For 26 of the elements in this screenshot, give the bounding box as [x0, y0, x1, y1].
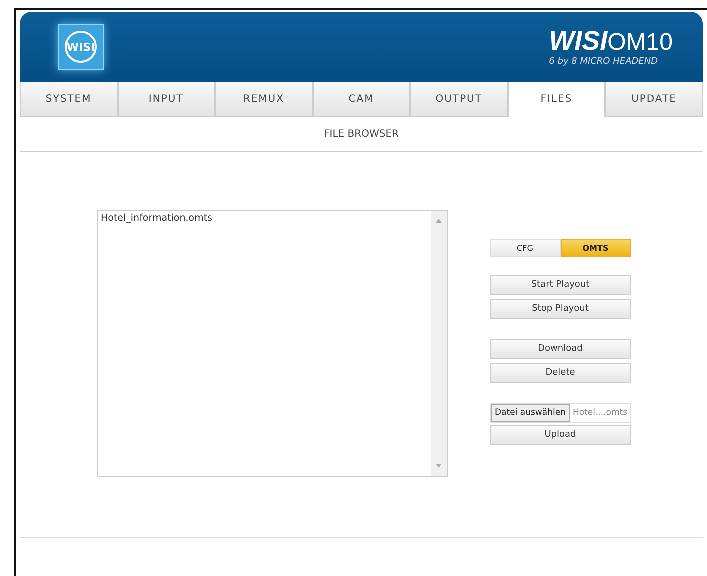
file-action-button[interactable]: Delete: [490, 363, 631, 383]
scroll-down-icon[interactable]: [436, 464, 442, 468]
choose-file-button[interactable]: Datei auswählen: [491, 404, 570, 422]
section-title: FILE BROWSER: [20, 117, 703, 152]
type-toggle[interactable]: CFG: [490, 239, 560, 257]
product-subtitle: 6 by 8 MICRO HEADEND: [549, 57, 660, 67]
nav-tab[interactable]: CAM: [312, 82, 410, 117]
file-item[interactable]: Hotel_information.omts: [101, 213, 428, 224]
file-name: Hotel....omts: [572, 408, 628, 418]
nav-tab[interactable]: REMUX: [215, 82, 313, 117]
playout-button[interactable]: Start Playout: [490, 275, 631, 295]
nav-tab[interactable]: INPUT: [118, 82, 216, 117]
type-toggle[interactable]: OMTS: [560, 239, 631, 257]
nav-tab[interactable]: UPDATE: [605, 82, 704, 117]
file-field[interactable]: Datei auswählen Hotel....omts: [490, 403, 631, 423]
logo-text: WISI: [65, 31, 97, 63]
upload-button[interactable]: Upload: [490, 425, 631, 445]
scrollbar[interactable]: [431, 211, 447, 476]
file-action-button[interactable]: Download: [490, 339, 631, 359]
brand-name: WISI: [549, 27, 608, 55]
nav-tab[interactable]: SYSTEM: [20, 82, 118, 117]
nav-tab[interactable]: OUTPUT: [410, 82, 508, 117]
nav-tab[interactable]: FILES: [508, 82, 606, 117]
scroll-up-icon[interactable]: [436, 219, 442, 223]
playout-button[interactable]: Stop Playout: [490, 299, 631, 319]
model-name: OM10: [608, 29, 673, 57]
